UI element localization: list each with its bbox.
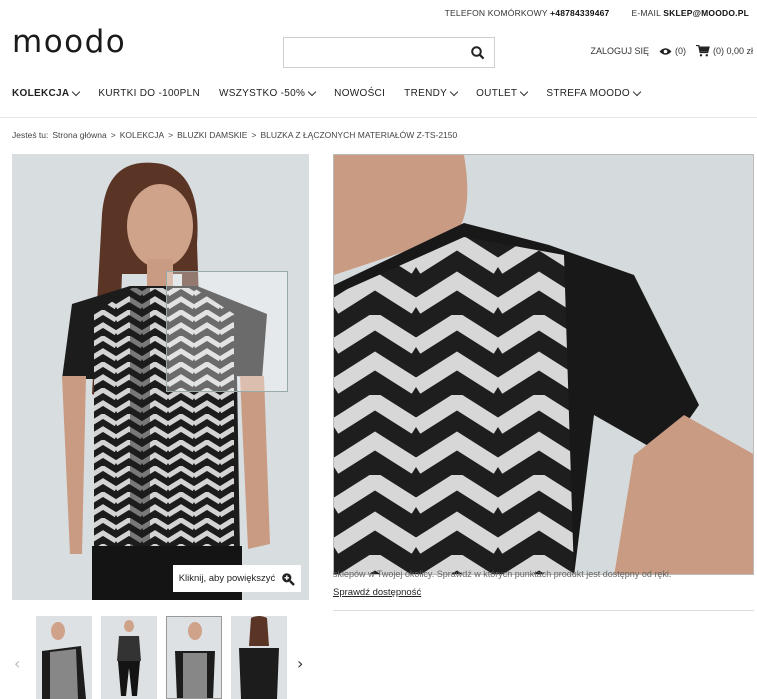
watchlist-link[interactable]: (0) <box>659 46 686 56</box>
nav-item-strefa[interactable]: STREFA MOODO <box>546 87 642 99</box>
thumbnail-photo <box>36 616 92 699</box>
enlarge-button[interactable]: Kliknij, aby powiększyć <box>173 565 301 592</box>
check-availability-link[interactable]: Sprawdź dostępność <box>333 587 421 598</box>
contact-bar: TELEFON KOMÓRKOWY +48784339467 E-MAIL SK… <box>445 8 749 18</box>
breadcrumb-item[interactable]: BLUZKI DAMSKIE <box>177 130 247 140</box>
breadcrumb-separator: > <box>168 130 174 140</box>
watchlist-count: (0) <box>674 46 686 56</box>
breadcrumb-prefix: Jesteś tu: <box>12 130 49 140</box>
site-logo[interactable]: moodo <box>12 24 126 60</box>
thumbnail-3[interactable] <box>166 616 222 699</box>
breadcrumb-current: BLUZKA Z ŁĄCZONYCH MATERIAŁÓW Z-TS-2150 <box>260 130 458 140</box>
nav-divider <box>0 117 757 118</box>
thumbnail-2[interactable] <box>101 616 157 699</box>
phone-info: TELEFON KOMÓRKOWY +48784339467 <box>444 8 610 18</box>
eye-icon <box>659 47 672 55</box>
nav-item-nowosci[interactable]: NOWOŚCI <box>334 88 385 99</box>
chevron-right-icon[interactable]: › <box>297 654 303 673</box>
thumbnail-strip: ‹ › <box>12 616 309 699</box>
search-box[interactable] <box>283 37 495 68</box>
login-link[interactable]: ZALOGUJ SIĘ <box>590 46 649 56</box>
breadcrumb: Jesteś tu: Strona główna > KOLEKCJA > BL… <box>12 130 457 140</box>
thumbnail-photo <box>231 616 287 699</box>
zoom-lens[interactable] <box>166 271 288 392</box>
breadcrumb-item[interactable]: Strona główna <box>52 130 106 140</box>
chevron-down-icon <box>632 87 642 97</box>
breadcrumb-separator: > <box>251 130 257 140</box>
cart-icon <box>695 45 710 57</box>
thumbnail-1[interactable] <box>36 616 92 699</box>
chevron-down-icon <box>72 87 81 97</box>
nav-item-trendy[interactable]: TRENDY <box>404 87 459 99</box>
chevron-down-icon <box>307 87 317 97</box>
search-icon[interactable] <box>470 45 486 61</box>
enlarge-label: Kliknij, aby powiększyć <box>178 573 276 584</box>
zoomed-product-image <box>333 154 754 575</box>
zoom-in-icon <box>282 572 296 586</box>
zoomed-photo <box>334 155 753 574</box>
section-divider <box>333 610 754 611</box>
main-nav: KOLEKCJA KURTKI DO -100PLN WSZYSTKO -50%… <box>12 87 642 99</box>
nav-item-kurtki[interactable]: KURTKI DO -100PLN <box>98 88 200 99</box>
nav-item-kolekcja[interactable]: KOLEKCJA <box>12 87 81 99</box>
chevron-left-icon[interactable]: ‹ <box>14 654 20 673</box>
thumbnail-photo <box>167 617 221 698</box>
cart-link[interactable]: (0) 0,00 zł <box>695 45 753 57</box>
email-info[interactable]: E-MAIL SKLEP@MOODO.PL <box>631 8 749 18</box>
chevron-down-icon <box>520 87 529 97</box>
thumbnail-photo <box>101 616 157 699</box>
thumbnail-4[interactable] <box>231 616 287 699</box>
cart-summary: (0) 0,00 zł <box>712 46 753 56</box>
availability-note: sklepów w Twojej okolicy. Sprawdź w któr… <box>333 569 672 579</box>
breadcrumb-separator: > <box>110 130 116 140</box>
nav-item-wszystko[interactable]: WSZYSTKO -50% <box>219 87 317 99</box>
user-bar: ZALOGUJ SIĘ (0) (0) 0,00 zł <box>590 45 753 57</box>
breadcrumb-item[interactable]: KOLEKCJA <box>120 130 164 140</box>
nav-item-outlet[interactable]: OUTLET <box>476 87 529 99</box>
chevron-down-icon <box>449 87 459 97</box>
